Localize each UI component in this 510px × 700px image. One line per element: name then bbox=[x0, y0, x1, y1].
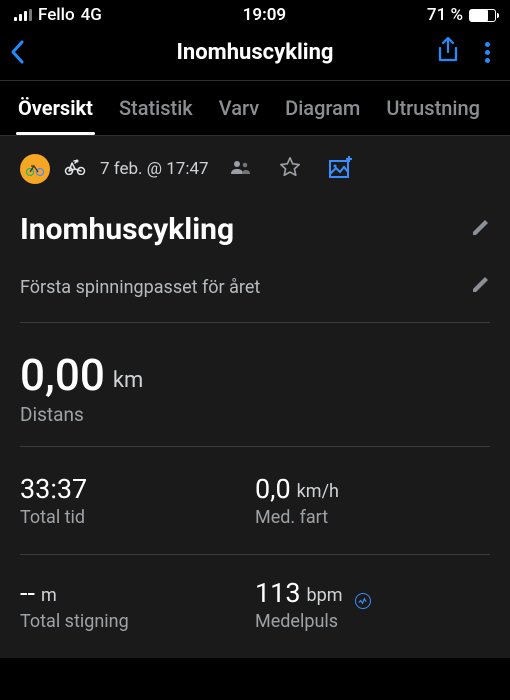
connections-button[interactable] bbox=[229, 159, 251, 179]
pencil-icon bbox=[470, 275, 490, 295]
stat-distance: 0,00 km Distans bbox=[20, 349, 490, 426]
stat-total-ascent-value: -- bbox=[20, 577, 35, 609]
cellular-signal-icon bbox=[14, 9, 32, 21]
stat-total-time-value: 33:37 bbox=[20, 473, 87, 505]
tab-laps[interactable]: Varv bbox=[219, 96, 259, 120]
stat-distance-unit: km bbox=[113, 368, 143, 393]
activity-type-icon bbox=[64, 159, 86, 180]
avatar[interactable] bbox=[20, 154, 50, 184]
people-icon bbox=[229, 160, 251, 174]
edit-description-button[interactable] bbox=[470, 275, 490, 300]
edit-title-button[interactable] bbox=[470, 218, 490, 242]
share-button[interactable] bbox=[437, 37, 459, 67]
stat-total-time: 33:37 Total tid bbox=[20, 473, 255, 554]
stat-avg-hr-label: Medelpuls bbox=[255, 611, 490, 632]
stat-total-ascent-unit: m bbox=[41, 585, 57, 606]
tab-gear[interactable]: Utrustning bbox=[386, 96, 480, 120]
stat-avg-speed-value: 0,0 bbox=[255, 473, 291, 505]
status-left: Fello 4G bbox=[14, 5, 102, 25]
activity-meta-row: 7 feb. @ 17:47 bbox=[20, 154, 490, 184]
stat-avg-speed: 0,0 km/h Med. fart bbox=[255, 473, 490, 554]
stat-avg-hr: 113 bpm Medelpuls bbox=[255, 577, 490, 658]
network-type: 4G bbox=[81, 5, 102, 25]
status-time: 19:09 bbox=[243, 5, 286, 25]
carrier-label: Fello bbox=[38, 5, 75, 25]
stat-avg-hr-value: 113 bbox=[255, 577, 301, 609]
divider bbox=[20, 446, 490, 447]
tab-charts[interactable]: Diagram bbox=[285, 96, 360, 120]
activity-datetime: 7 feb. @ 17:47 bbox=[100, 159, 209, 179]
stat-total-time-label: Total tid bbox=[20, 507, 255, 528]
bike-icon bbox=[25, 162, 45, 176]
tab-bar: Översikt Statistik Varv Diagram Utrustni… bbox=[0, 80, 510, 136]
tab-statistics[interactable]: Statistik bbox=[119, 96, 193, 120]
activity-title-row: Inomhuscykling bbox=[20, 212, 490, 247]
chevron-left-icon bbox=[10, 40, 24, 64]
activity-description-row: Första spinningpasset för året bbox=[20, 275, 490, 300]
page-title: Inomhuscykling bbox=[0, 40, 510, 65]
divider bbox=[20, 554, 490, 555]
app-header: Inomhuscykling bbox=[0, 28, 510, 80]
stat-distance-value: 0,00 bbox=[20, 349, 105, 401]
status-right: 71 % bbox=[427, 5, 496, 25]
cycling-icon bbox=[64, 159, 86, 175]
divider bbox=[20, 322, 490, 323]
share-icon bbox=[437, 37, 459, 63]
more-button[interactable] bbox=[485, 42, 490, 63]
stat-total-ascent-label: Total stigning bbox=[20, 611, 255, 632]
status-bar: Fello 4G 19:09 71 % bbox=[0, 0, 510, 28]
hr-source-icon bbox=[355, 593, 371, 609]
stat-distance-label: Distans bbox=[20, 403, 490, 426]
favorite-button[interactable] bbox=[279, 156, 301, 183]
stat-avg-speed-label: Med. fart bbox=[255, 507, 490, 528]
dot-icon bbox=[485, 50, 490, 55]
dot-icon bbox=[485, 58, 490, 63]
stat-total-ascent: -- m Total stigning bbox=[20, 577, 255, 658]
stat-row-2: -- m Total stigning 113 bpm Medelpuls bbox=[20, 577, 490, 658]
battery-icon bbox=[469, 9, 496, 22]
content-area: 7 feb. @ 17:47 bbox=[0, 136, 510, 658]
dot-icon bbox=[485, 42, 490, 47]
add-photo-button[interactable] bbox=[329, 156, 353, 183]
stat-avg-hr-unit: bpm bbox=[307, 585, 343, 606]
activity-description: Första spinningpasset för året bbox=[20, 277, 260, 298]
tab-overview[interactable]: Översikt bbox=[18, 96, 93, 120]
activity-title: Inomhuscykling bbox=[20, 212, 234, 247]
stat-avg-speed-unit: km/h bbox=[297, 481, 339, 502]
stat-row-1: 33:37 Total tid 0,0 km/h Med. fart bbox=[20, 473, 490, 554]
battery-text: 71 % bbox=[427, 5, 463, 25]
add-photo-icon bbox=[329, 156, 353, 178]
pencil-icon bbox=[470, 218, 490, 238]
star-icon bbox=[279, 156, 301, 178]
back-button[interactable] bbox=[10, 40, 50, 64]
